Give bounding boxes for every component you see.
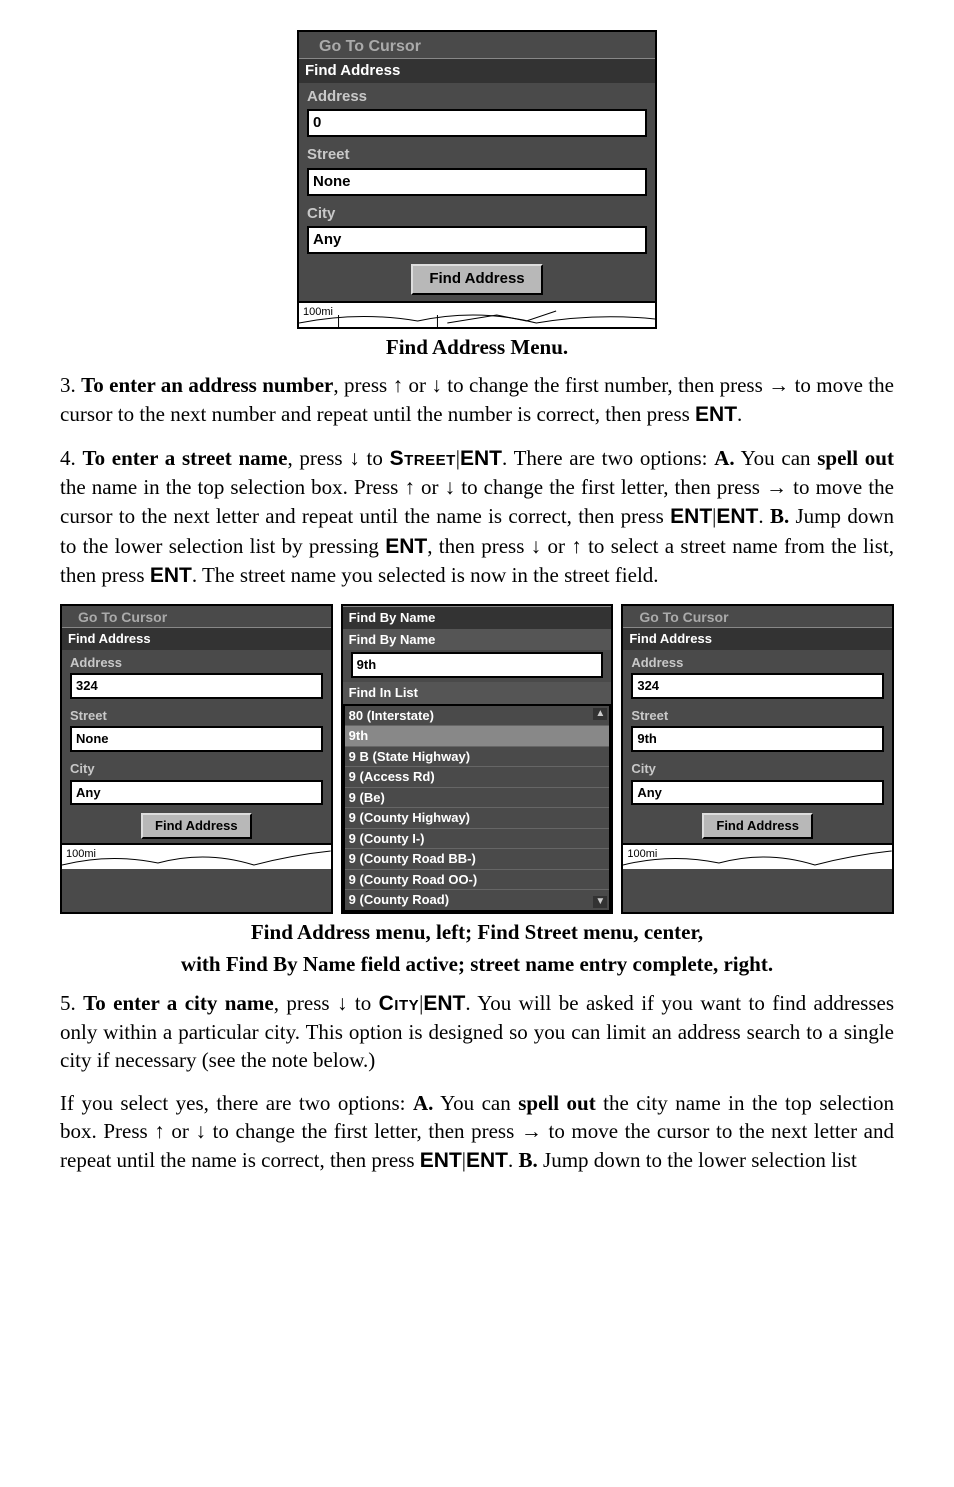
street-input[interactable]: None (307, 168, 647, 196)
find-address-right-screenshot: Go To Cursor Find Address Address 324 St… (621, 604, 894, 914)
ghost-title: Go To Cursor (623, 606, 892, 627)
find-address-button[interactable]: Find Address (141, 813, 252, 839)
down-arrow-icon: ↓ (431, 374, 442, 397)
right-arrow-icon: → (768, 374, 789, 397)
scale-bar: 100mi (62, 843, 331, 869)
street-key: Street (390, 447, 456, 470)
scale-text: 100mi (627, 847, 657, 862)
street-label: Street (623, 703, 892, 727)
list-item[interactable]: 9 (Be) (345, 788, 610, 809)
right-arrow-icon: → (766, 476, 787, 499)
find-by-name-screenshot: Find By Name Find By Name 9th Find In Li… (341, 604, 614, 914)
down-arrow-icon: ↓ (349, 447, 360, 470)
scale-text: 100mi (66, 847, 96, 862)
down-arrow-icon: ↓ (531, 535, 542, 558)
ent-key: ENT (150, 564, 192, 587)
city-label: City (299, 200, 655, 226)
city-input[interactable]: Any (631, 780, 884, 806)
street-input[interactable]: None (70, 726, 323, 752)
address-input[interactable]: 324 (631, 673, 884, 699)
city-label: City (62, 756, 331, 780)
panel-title: Find Address (62, 627, 331, 650)
list-item[interactable]: 9 (County Road OO-) (345, 870, 610, 891)
list-label: Find In List (343, 682, 612, 704)
panel-title: Find Address (623, 627, 892, 650)
ent-key: ENT (420, 1149, 462, 1172)
list-item[interactable]: 9 (County Road) (345, 890, 610, 910)
city-key: City (379, 992, 420, 1015)
list-item[interactable]: 9 (County Highway) (345, 808, 610, 829)
results-list[interactable]: ▲ 80 (Interstate) 9th 9 B (State Highway… (343, 704, 612, 912)
up-arrow-icon: ↑ (404, 476, 415, 499)
down-arrow-icon: ↓ (445, 476, 456, 499)
scale-bar: 100mi (623, 843, 892, 869)
panel-title: Find By Name (343, 606, 612, 629)
ghost-title: Go To Cursor (299, 32, 655, 58)
city-label: City (623, 756, 892, 780)
street-input[interactable]: 9th (631, 726, 884, 752)
options-paragraph: If you select yes, there are two options… (60, 1089, 894, 1176)
scale-bar: 100mi (299, 301, 655, 327)
city-input[interactable]: Any (307, 226, 647, 254)
list-item[interactable]: 9 B (State Highway) (345, 747, 610, 768)
ent-key: ENT (460, 447, 502, 470)
down-arrow-icon: ↓ (195, 1120, 206, 1143)
address-input[interactable]: 0 (307, 109, 647, 137)
figure2-caption-line1: Find Address menu, left; Find Street men… (60, 918, 894, 946)
name-input[interactable]: 9th (351, 652, 604, 678)
ent-key: ENT (695, 403, 737, 426)
address-label: Address (62, 650, 331, 674)
ent-key: ENT (385, 535, 427, 558)
scroll-up-icon[interactable]: ▲ (593, 708, 607, 720)
ent-key: ENT (423, 992, 465, 1015)
find-address-button[interactable]: Find Address (702, 813, 813, 839)
figure2-caption-line2: with Find By Name field active; street n… (60, 950, 894, 978)
list-item[interactable]: 9th (345, 726, 610, 747)
find-address-screenshot: Go To Cursor Find Address Address 0 Stre… (297, 30, 657, 329)
figure1-caption: Find Address Menu. (60, 333, 894, 361)
scale-text: 100mi (303, 305, 333, 320)
down-arrow-icon: ↓ (337, 992, 348, 1015)
ghost-title: Go To Cursor (62, 606, 331, 627)
up-arrow-icon: ↑ (571, 535, 582, 558)
up-arrow-icon: ↑ (393, 374, 404, 397)
ent-key: ENT (716, 505, 758, 528)
address-input[interactable]: 324 (70, 673, 323, 699)
list-item[interactable]: 80 (Interstate) (345, 706, 610, 727)
list-item[interactable]: 9 (County Road BB-) (345, 849, 610, 870)
step4-paragraph: 4. To enter a street name, press ↓ to St… (60, 444, 894, 591)
list-item[interactable]: 9 (Access Rd) (345, 767, 610, 788)
step5-paragraph: 5. To enter a city name, press ↓ to City… (60, 989, 894, 1075)
address-label: Address (299, 83, 655, 109)
step3-paragraph: 3. To enter an address number, press ↑ o… (60, 371, 894, 430)
ent-key: ENT (466, 1149, 508, 1172)
find-address-button[interactable]: Find Address (411, 264, 542, 294)
sub-panel-title: Find By Name (343, 629, 612, 651)
up-arrow-icon: ↑ (154, 1120, 165, 1143)
scroll-down-icon[interactable]: ▼ (593, 896, 607, 908)
city-input[interactable]: Any (70, 780, 323, 806)
street-label: Street (62, 703, 331, 727)
right-arrow-icon: → (521, 1120, 542, 1143)
panel-title: Find Address (299, 58, 655, 83)
find-address-left-screenshot: Go To Cursor Find Address Address 324 St… (60, 604, 333, 914)
figure2-row: Go To Cursor Find Address Address 324 St… (60, 604, 894, 914)
list-item[interactable]: 9 (County I-) (345, 829, 610, 850)
address-label: Address (623, 650, 892, 674)
street-label: Street (299, 141, 655, 167)
ent-key: ENT (670, 505, 712, 528)
